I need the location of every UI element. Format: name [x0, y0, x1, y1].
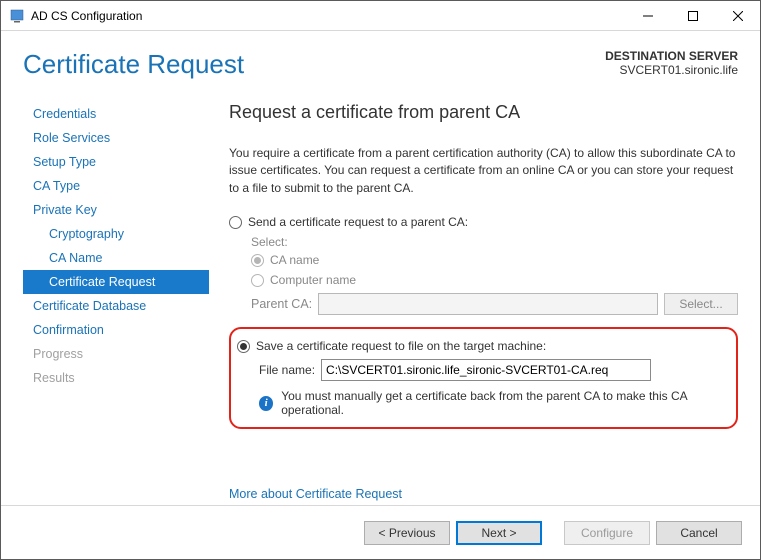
option-send-request[interactable]: Send a certificate request to a parent C… [229, 215, 738, 229]
footer: < Previous Next > Configure Cancel [1, 505, 760, 559]
file-name-input[interactable] [321, 359, 651, 381]
radio-send-request[interactable] [229, 216, 242, 229]
option-save-file-label: Save a certificate request to file on th… [256, 339, 546, 353]
body: CredentialsRole ServicesSetup TypeCA Typ… [1, 90, 760, 505]
nav-item-progress: Progress [23, 342, 209, 366]
nav-item-certificate-database[interactable]: Certificate Database [23, 294, 209, 318]
header: Certificate Request DESTINATION SERVER S… [1, 31, 760, 90]
nav-item-cryptography[interactable]: Cryptography [23, 222, 209, 246]
more-link[interactable]: More about Certificate Request [229, 487, 402, 501]
select-label: Select: [251, 235, 738, 249]
maximize-button[interactable] [670, 1, 715, 30]
nav-item-credentials[interactable]: Credentials [23, 102, 209, 126]
nav-item-confirmation[interactable]: Confirmation [23, 318, 209, 342]
ca-name-label: CA name [270, 253, 319, 267]
info-text: You must manually get a certificate back… [281, 389, 728, 417]
option-ca-name: CA name [251, 253, 738, 267]
wizard-nav: CredentialsRole ServicesSetup TypeCA Typ… [23, 102, 209, 505]
file-name-label: File name: [259, 363, 315, 377]
configure-button: Configure [564, 521, 650, 545]
radio-ca-name [251, 254, 264, 267]
nav-item-results: Results [23, 366, 209, 390]
nav-item-ca-type[interactable]: CA Type [23, 174, 209, 198]
window-title: AD CS Configuration [31, 9, 625, 23]
highlighted-option: Save a certificate request to file on th… [229, 327, 738, 429]
minimize-button[interactable] [625, 1, 670, 30]
parent-ca-label: Parent CA: [251, 297, 312, 311]
content-pane: Request a certificate from parent CA You… [209, 102, 738, 505]
parent-ca-row: Parent CA: Select... [251, 293, 738, 315]
app-icon [9, 8, 25, 24]
info-icon: i [259, 396, 273, 411]
parent-ca-input [318, 293, 658, 315]
intro-text: You require a certificate from a parent … [229, 145, 738, 197]
radio-computer-name [251, 274, 264, 287]
next-button[interactable]: Next > [456, 521, 542, 545]
content-heading: Request a certificate from parent CA [229, 102, 738, 123]
computer-name-label: Computer name [270, 273, 356, 287]
option-save-file[interactable]: Save a certificate request to file on th… [237, 339, 728, 353]
destination-label: DESTINATION SERVER [605, 49, 738, 63]
option-computer-name: Computer name [251, 273, 738, 287]
cancel-button[interactable]: Cancel [656, 521, 742, 545]
file-name-row: File name: [259, 359, 728, 381]
page-title: Certificate Request [23, 49, 605, 80]
close-button[interactable] [715, 1, 760, 30]
info-row: i You must manually get a certificate ba… [259, 389, 728, 417]
select-button: Select... [664, 293, 738, 315]
radio-save-file[interactable] [237, 340, 250, 353]
titlebar: AD CS Configuration [1, 1, 760, 31]
nav-item-private-key[interactable]: Private Key [23, 198, 209, 222]
nav-item-role-services[interactable]: Role Services [23, 126, 209, 150]
destination-server: SVCERT01.sironic.life [605, 63, 738, 77]
nav-item-ca-name[interactable]: CA Name [23, 246, 209, 270]
destination-block: DESTINATION SERVER SVCERT01.sironic.life [605, 49, 738, 77]
previous-button[interactable]: < Previous [364, 521, 450, 545]
send-request-subblock: Select: CA name Computer name Parent CA:… [251, 235, 738, 315]
nav-item-setup-type[interactable]: Setup Type [23, 150, 209, 174]
nav-item-certificate-request[interactable]: Certificate Request [23, 270, 209, 294]
adcs-config-window: AD CS Configuration Certificate Request … [0, 0, 761, 560]
option-send-request-label: Send a certificate request to a parent C… [248, 215, 468, 229]
